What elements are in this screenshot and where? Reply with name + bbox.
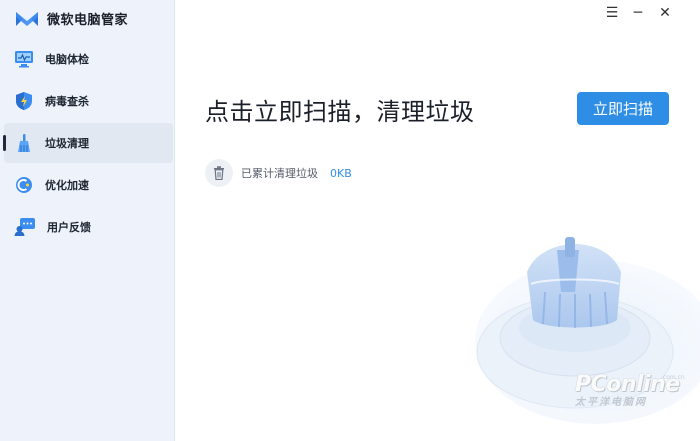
monitor-icon xyxy=(15,51,33,68)
cleaned-total-label: 已累计清理垃圾 xyxy=(241,167,318,180)
sidebar-item-feedback[interactable]: 用户反馈 xyxy=(0,207,175,247)
sidebar-nav: 电脑体检 病毒查杀 垃圾清理 优化加速 用户反馈 xyxy=(0,37,175,249)
menu-icon[interactable]: ☰ xyxy=(600,4,624,22)
trash-icon xyxy=(205,159,233,187)
watermark-domain: .com.cn xyxy=(661,374,685,381)
sidebar: 微软电脑管家 电脑体检 病毒查杀 垃圾清理 优化加速 用户反馈 xyxy=(0,0,175,441)
pconline-watermark: PConline .com.cn 太平洋电脑网 xyxy=(575,372,685,408)
rocket-icon xyxy=(16,177,32,193)
sidebar-item-label: 电脑体检 xyxy=(45,53,89,66)
sidebar-item-label: 用户反馈 xyxy=(47,221,91,234)
cleaned-total: 已累计清理垃圾 0KB xyxy=(205,159,352,187)
brand: 微软电脑管家 xyxy=(15,9,128,28)
shield-icon xyxy=(16,92,32,110)
sidebar-item-checkup[interactable]: 电脑体检 xyxy=(0,39,175,79)
app-logo-icon xyxy=(16,11,38,26)
sidebar-item-label: 病毒查杀 xyxy=(45,95,89,108)
sidebar-item-label: 垃圾清理 xyxy=(45,137,89,150)
minimize-button[interactable]: ─ xyxy=(626,4,650,22)
sidebar-item-optimize[interactable]: 优化加速 xyxy=(0,165,175,205)
app-title: 微软电脑管家 xyxy=(47,13,129,28)
feedback-icon xyxy=(14,218,35,236)
close-button[interactable]: ✕ xyxy=(653,4,677,22)
sidebar-item-antivirus[interactable]: 病毒查杀 xyxy=(0,81,175,121)
sidebar-item-cleanup[interactable]: 垃圾清理 xyxy=(3,123,173,163)
sidebar-item-label: 优化加速 xyxy=(45,179,89,192)
app-window: 微软电脑管家 电脑体检 病毒查杀 垃圾清理 优化加速 用户反馈 ☰ ─ ✕ 点击… xyxy=(0,0,700,441)
cleaned-total-value: 0KB xyxy=(330,166,352,180)
main-panel: ☰ ─ ✕ 点击立即扫描，清理垃圾 立即扫描 已累计清理垃圾 0KB PConl… xyxy=(175,0,700,441)
scan-now-button[interactable]: 立即扫描 xyxy=(577,92,669,125)
broom-illustration xyxy=(475,237,700,424)
broom-icon xyxy=(18,134,30,152)
page-title: 点击立即扫描，清理垃圾 xyxy=(205,98,475,126)
